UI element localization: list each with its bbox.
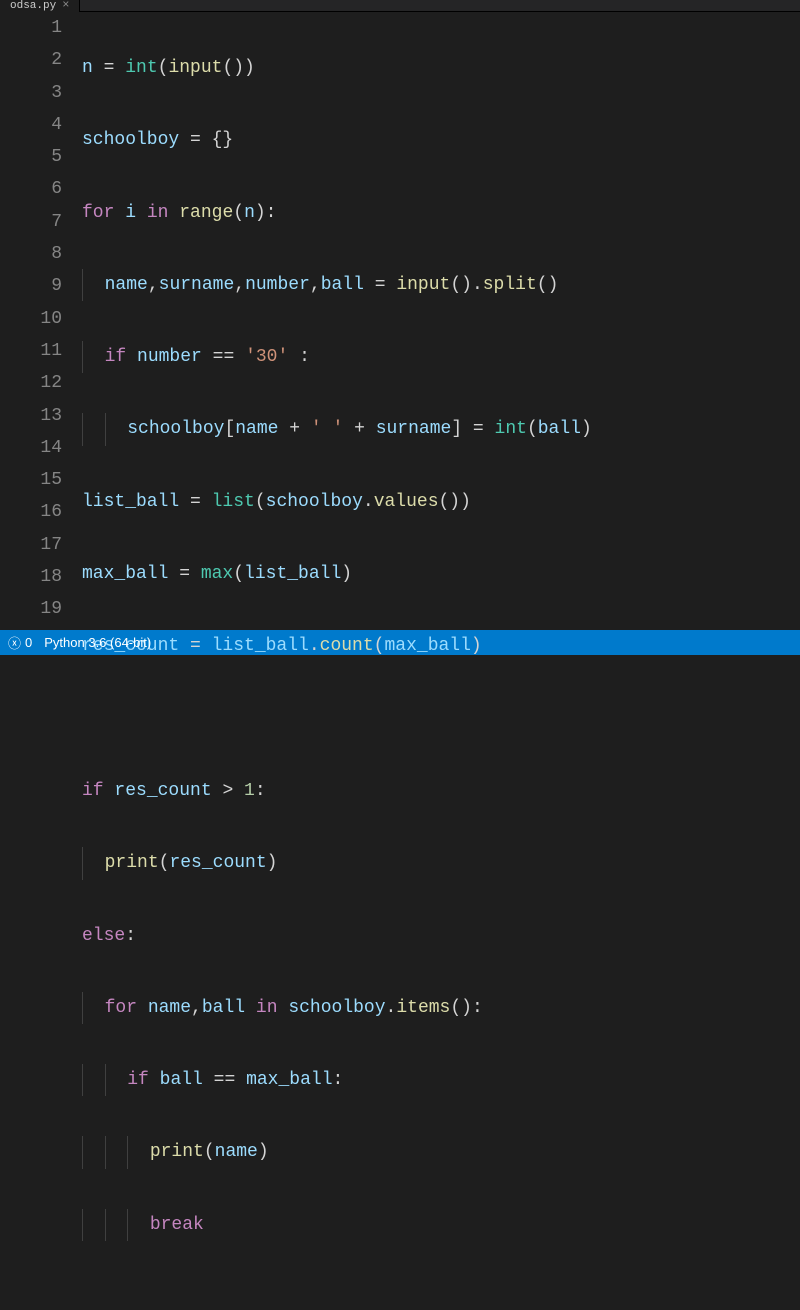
status-errors[interactable]: ⓧ 0 [8,633,32,652]
code-line[interactable]: if number == '30' : [82,341,800,373]
code-line[interactable]: schoolboy[name + ' ' + surname] = int(ba… [82,413,800,445]
code-line[interactable]: if ball == max_ball: [82,1064,800,1096]
tab-file[interactable]: odsa.py × [0,0,80,12]
line-number: 7 [2,206,62,238]
line-number: 5 [2,141,62,173]
line-number: 6 [2,173,62,205]
code-line[interactable]: print(name) [82,1136,800,1168]
close-icon[interactable]: × [62,0,69,10]
code-line[interactable]: list_ball = list(schoolboy.values()) [82,486,800,518]
tab-bar: odsa.py × [0,0,800,12]
code-line[interactable]: print(res_count) [82,847,800,879]
code-line[interactable]: n = int(input()) [82,52,800,84]
tab-label: odsa.py [10,0,56,12]
code-line[interactable] [82,703,800,735]
line-number: 2 [2,44,62,76]
line-number: 19 [2,593,62,625]
line-number: 13 [2,400,62,432]
code-line[interactable]: name,surname,number,ball = input().split… [82,269,800,301]
code-line[interactable]: for i in range(n): [82,197,800,229]
error-icon: ⓧ [8,633,21,652]
line-number: 15 [2,464,62,496]
code-line[interactable] [82,1281,800,1310]
code-line[interactable]: res_count = list_ball.count(max_ball) [82,630,800,662]
line-number-gutter: 1 2 3 4 5 6 7 8 9 10 11 12 13 14 15 16 1… [2,12,82,630]
code-line[interactable]: for name,ball in schoolboy.items(): [82,992,800,1024]
code-line[interactable]: max_ball = max(list_ball) [82,558,800,590]
line-number: 17 [2,529,62,561]
status-python[interactable]: Python 3.6 (64-bit) [44,635,151,650]
code-line[interactable]: if res_count > 1: [82,775,800,807]
line-number: 9 [2,270,62,302]
line-number: 14 [2,432,62,464]
line-number: 16 [2,496,62,528]
line-number: 12 [2,367,62,399]
line-number: 4 [2,109,62,141]
line-number: 3 [2,77,62,109]
line-number: 18 [2,561,62,593]
code-line[interactable]: else: [82,920,800,952]
code-line[interactable]: break [82,1209,800,1241]
line-number: 10 [2,303,62,335]
line-number: 1 [2,12,62,44]
line-number: 11 [2,335,62,367]
code-line[interactable]: schoolboy = {} [82,124,800,156]
editor[interactable]: 1 2 3 4 5 6 7 8 9 10 11 12 13 14 15 16 1… [0,12,800,630]
code-area[interactable]: n = int(input()) schoolboy = {} for i in… [82,12,800,630]
line-number: 8 [2,238,62,270]
